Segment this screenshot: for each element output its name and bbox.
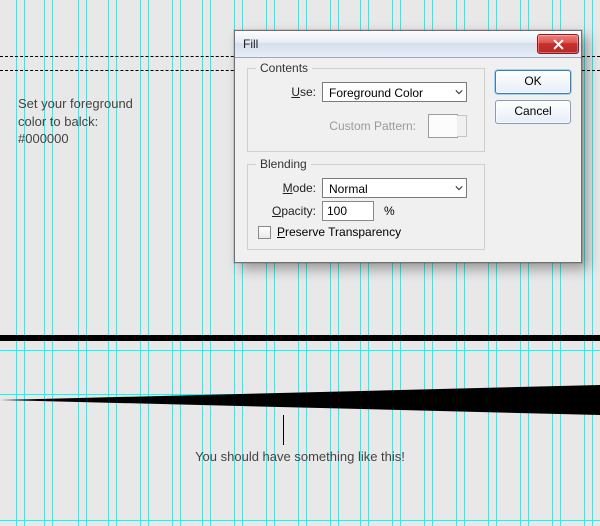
blending-group: Blending Mode: Normal Opacity: 100 %: [247, 164, 485, 250]
contents-group: Contents Use: Foreground Color Custom Pa…: [247, 68, 485, 152]
mode-label: Mode:: [258, 181, 316, 195]
horizontal-guide: [0, 520, 600, 521]
use-label: Use:: [258, 85, 316, 99]
dialog-title: Fill: [243, 37, 537, 51]
annotation-result: You should have something like this!: [0, 448, 600, 466]
horizontal-guide: [0, 350, 600, 351]
preserve-transparency-label: Preserve Transparency: [277, 225, 401, 239]
preserve-transparency-checkbox[interactable]: [258, 226, 271, 239]
chevron-down-icon: [455, 88, 463, 96]
brush-stroke-result: [0, 385, 600, 415]
mode-select[interactable]: Normal: [322, 178, 467, 198]
close-button[interactable]: [537, 34, 579, 54]
custom-pattern-swatch: [428, 114, 458, 138]
blending-group-label: Blending: [256, 157, 311, 171]
use-select[interactable]: Foreground Color: [322, 82, 467, 102]
cancel-button[interactable]: Cancel: [495, 100, 571, 124]
opacity-unit: %: [384, 204, 395, 218]
filled-selection-bar: [0, 335, 600, 341]
use-select-value: Foreground Color: [329, 86, 423, 100]
contents-group-label: Contents: [256, 61, 312, 75]
opacity-input[interactable]: 100: [322, 201, 374, 221]
fill-dialog: Fill Contents Use: Foreground Color: [234, 30, 582, 263]
annotation-foreground: Set your foreground color to balck: #000…: [18, 95, 133, 148]
mode-select-value: Normal: [329, 182, 368, 196]
dialog-titlebar[interactable]: Fill: [235, 31, 581, 58]
opacity-label: Opacity:: [258, 204, 316, 218]
close-icon: [553, 39, 564, 50]
chevron-down-icon: [455, 184, 463, 192]
ok-button[interactable]: OK: [495, 70, 571, 94]
callout-line: [283, 415, 284, 445]
custom-pattern-label: Custom Pattern:: [258, 119, 416, 133]
